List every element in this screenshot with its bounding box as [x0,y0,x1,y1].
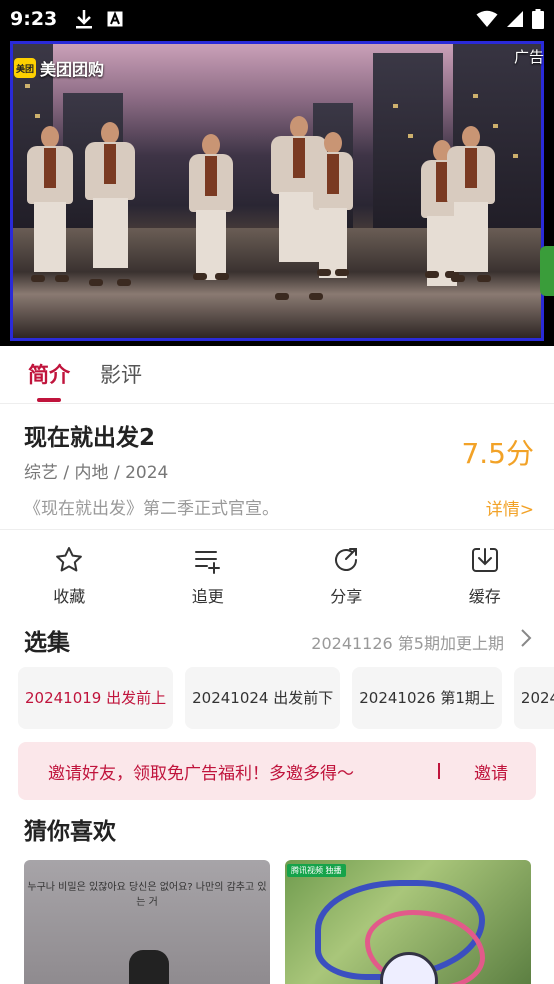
episodes-header[interactable]: 选集 20241126 第5期加更上期 [0,613,554,665]
battery-icon [532,9,544,29]
content-tabs: 简介 影评 [0,346,554,404]
cache-button[interactable]: 缓存 [416,531,554,613]
system-icons [476,9,544,29]
poster-caption: 누구나 비밀은 있잖아요 당신은 없어요? 나만의 감추고 있는 거 [27,882,267,908]
share-label: 分享 [330,587,363,606]
invite-text: 邀请好友，领取免广告福利！多邀多得～ [48,763,354,784]
favorite-button[interactable]: 收藏 [0,531,139,613]
episodes-title: 选集 [24,630,70,656]
share-button[interactable]: 分享 [277,531,416,613]
playlist-add-icon [194,551,220,574]
action-bar: 收藏 追更 分享 缓存 [0,531,554,613]
font-app-icon [107,11,123,27]
video-player[interactable]: 美团 美团团购 广告 [0,38,554,346]
details-link[interactable]: 详情> [486,495,534,520]
tab-intro[interactable]: 简介 [28,346,70,404]
status-bar: 9:23 [0,0,554,38]
invite-banner: 邀请好友，领取免广告福利！多邀多得～ 邀请 [18,742,536,800]
invite-divider [438,763,440,779]
video-ad-frame [10,41,544,341]
notification-icons [75,9,123,29]
episodes-update-info: 20241126 第5期加更上期 [311,634,504,653]
invite-button[interactable]: 邀请 [474,759,508,784]
share-icon [335,548,358,571]
poster-figure [129,950,169,984]
recommendation-card[interactable]: 腾讯视频 独播 [285,860,531,984]
show-title: 现在就出发2 [24,425,156,451]
status-time: 9:23 [10,8,58,30]
ad-brand: 美团 美团团购 [14,56,104,80]
star-icon [56,547,83,572]
favorite-label: 收藏 [53,587,86,606]
recommendations-title: 猜你喜欢 [24,819,116,845]
platform-badge: 腾讯视频 独播 [287,864,346,877]
chevron-right-icon [521,629,532,647]
cache-label: 缓存 [468,587,501,606]
follow-updates-label: 追更 [191,587,224,606]
ad-brand-name: 美团团购 [40,60,105,79]
ad-label: 广告 [513,48,544,66]
episode-chip[interactable]: 20241024 出发前下 [185,667,341,729]
signal-icon [507,11,523,27]
mascot-decoration [540,246,554,296]
episode-chip[interactable]: 20241019 出发前上 [18,667,174,729]
episode-list: 20241019 出发前上 20241024 出发前下 20241026 第1期上 2… [18,667,554,729]
follow-updates-button[interactable]: 追更 [139,531,278,613]
download-icon [471,548,498,572]
episode-chip[interactable]: 20241 [513,667,554,729]
show-description: 《现在就出发》第二季正式官宣。 [24,499,279,519]
recommendation-card[interactable]: 누구나 비밀은 있잖아요 당신은 없어요? 나만의 감추고 있는 거 [24,860,270,984]
show-info: 现在就出发2 综艺 / 内地 / 2024 7.5分 《现在就出发》第二季正式官… [0,404,554,530]
show-score: 7.5分 [461,437,534,470]
show-meta: 综艺 / 内地 / 2024 [24,463,169,483]
download-notification-icon [76,10,93,29]
tab-reviews[interactable]: 影评 [100,346,142,404]
meituan-logo-icon: 美团 [14,58,36,78]
episode-chip[interactable]: 20241026 第1期上 [352,667,502,729]
wifi-icon [476,10,498,27]
